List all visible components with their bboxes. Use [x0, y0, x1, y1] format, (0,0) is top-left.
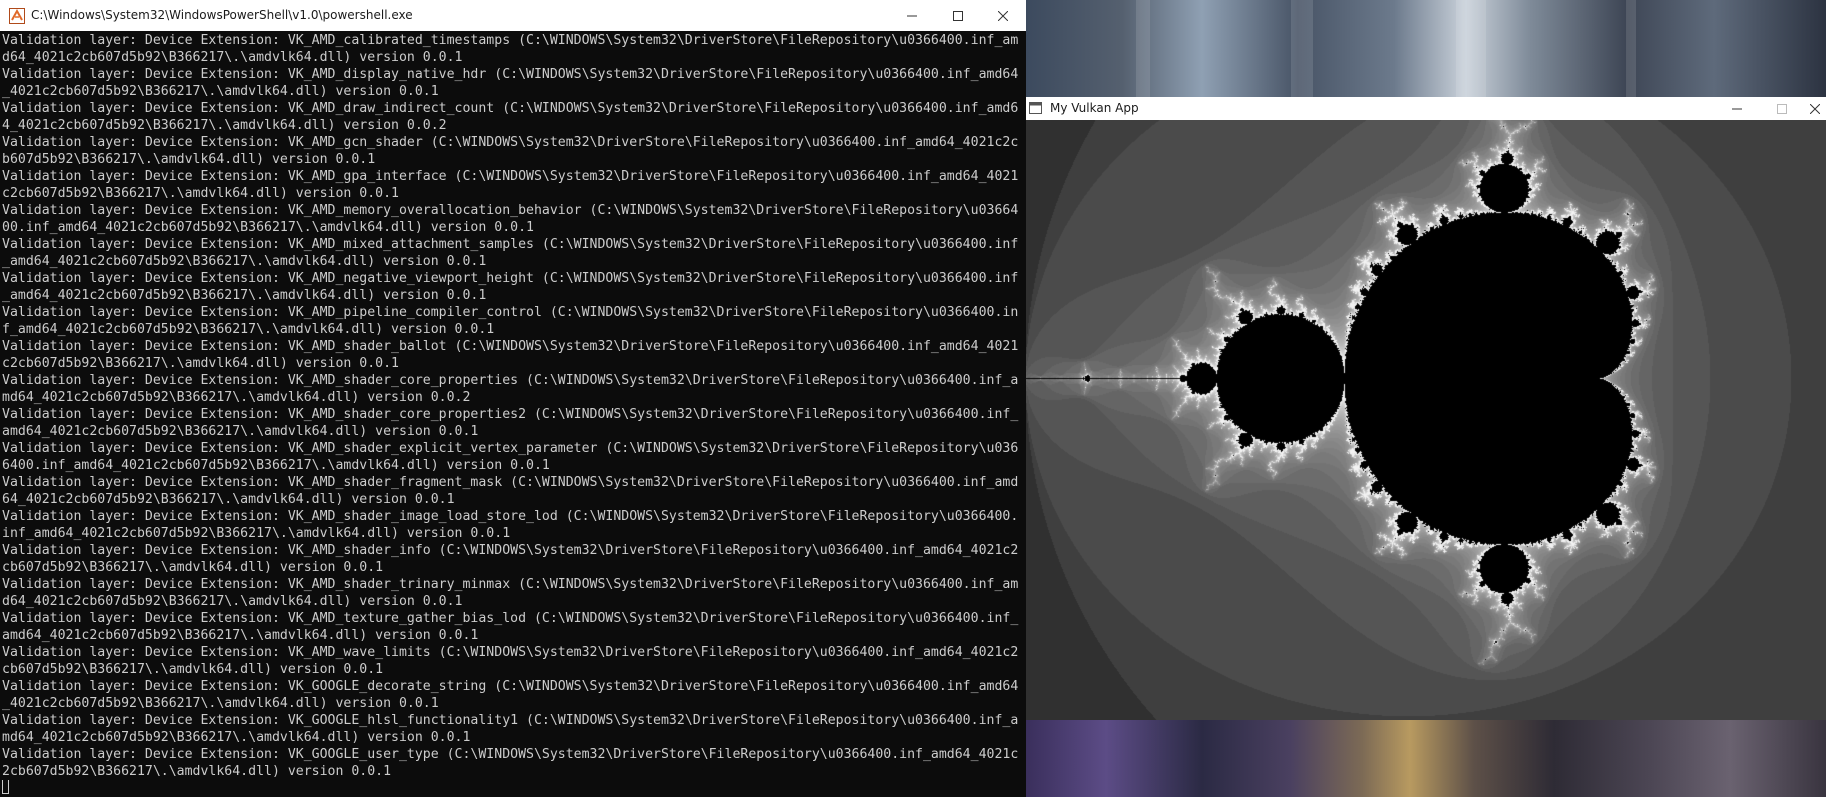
vulkan-app-window[interactable]: My Vulkan App	[1026, 97, 1826, 720]
console-line: Validation layer: Device Extension: VK_A…	[2, 67, 1019, 82]
console-line: _amd64_4021c2cb607d5b92\B366217\.\amdvlk…	[2, 288, 487, 303]
close-button[interactable]	[980, 0, 1026, 31]
console-line: Validation layer: Device Extension: VK_A…	[2, 611, 1019, 626]
console-line: Validation layer: Device Extension: VK_A…	[2, 169, 1019, 184]
console-line: f_amd64_4021c2cb607d5b92\B366217\.\amdvl…	[2, 322, 495, 337]
console-line: Validation layer: Device Extension: VK_A…	[2, 237, 1019, 252]
console-line: _4021c2cb607d5b92\B366217\.\amdvlk64.dll…	[2, 84, 439, 99]
console-line: Validation layer: Device Extension: VK_A…	[2, 135, 1019, 150]
console-line: Validation layer: Device Extension: VK_A…	[2, 407, 1019, 422]
console-line: c2cb607d5b92\B366217\.\amdvlk64.dll) ver…	[2, 356, 399, 371]
powershell-window[interactable]: C:\Windows\System32\WindowsPowerShell\v1…	[0, 0, 1026, 797]
console-line: c2cb607d5b92\B366217\.\amdvlk64.dll) ver…	[2, 186, 399, 201]
desktop-wallpaper-top	[1026, 0, 1826, 97]
console-line: 00.inf_amd64_4021c2cb607d5b92\B366217\.\…	[2, 220, 534, 235]
console-line: d64_4021c2cb607d5b92\B366217\.\amdvlk64.…	[2, 50, 463, 65]
console-output[interactable]: Validation layer: Device Extension: VK_A…	[2, 32, 1026, 797]
mandelbrot-render-canvas[interactable]	[1026, 120, 1826, 720]
close-icon	[998, 10, 1008, 21]
powershell-window-title: C:\Windows\System32\WindowsPowerShell\v1…	[31, 8, 413, 22]
console-line: Validation layer: Device Extension: VK_A…	[2, 509, 1019, 524]
console-line: Validation layer: Device Extension: VK_A…	[2, 101, 1019, 116]
minimize-icon	[907, 15, 917, 16]
console-line: md64_4021c2cb607d5b92\B366217\.\amdvlk64…	[2, 390, 471, 405]
minimize-button[interactable]	[889, 0, 935, 31]
console-line: Validation layer: Device Extension: VK_A…	[2, 305, 1019, 320]
desktop-wallpaper-bottom	[1026, 720, 1826, 797]
console-line: cb607d5b92\B366217\.\amdvlk64.dll) versi…	[2, 662, 384, 677]
console-line: cb607d5b92\B366217\.\amdvlk64.dll) versi…	[2, 560, 384, 575]
console-line: Validation layer: Device Extension: VK_A…	[2, 475, 1019, 490]
close-icon	[1810, 103, 1820, 114]
console-line: md64_4021c2cb607d5b92\B366217\.\amdvlk64…	[2, 730, 471, 745]
console-line: Validation layer: Device Extension: VK_A…	[2, 543, 1019, 558]
window-app-icon	[1029, 102, 1042, 114]
console-line: Validation layer: Device Extension: VK_G…	[2, 713, 1019, 728]
vulkan-window-title: My Vulkan App	[1050, 101, 1139, 115]
console-line: 64_4021c2cb607d5b92\B366217\.\amdvlk64.d…	[2, 492, 455, 507]
powershell-titlebar[interactable]: C:\Windows\System32\WindowsPowerShell\v1…	[0, 0, 1026, 31]
console-line: 6400.inf_amd64_4021c2cb607d5b92\B366217\…	[2, 458, 550, 473]
console-line: Validation layer: Device Extension: VK_G…	[2, 679, 1019, 694]
console-line: Validation layer: Device Extension: VK_A…	[2, 33, 1019, 48]
console-line: _4021c2cb607d5b92\B366217\.\amdvlk64.dll…	[2, 696, 439, 711]
console-line: Validation layer: Device Extension: VK_A…	[2, 373, 1019, 388]
console-line: amd64_4021c2cb607d5b92\B366217\.\amdvlk6…	[2, 424, 479, 439]
maximize-icon	[1776, 103, 1787, 114]
console-line: b607d5b92\B366217\.\amdvlk64.dll) versio…	[2, 152, 376, 167]
maximize-button[interactable]	[935, 0, 981, 31]
close-button[interactable]	[1804, 97, 1826, 120]
console-line: Validation layer: Device Extension: VK_A…	[2, 339, 1019, 354]
minimize-button[interactable]	[1714, 97, 1759, 120]
console-line: Validation layer: Device Extension: VK_A…	[2, 645, 1019, 660]
console-line: inf_amd64_4021c2cb607d5b92\B366217\.\amd…	[2, 526, 511, 541]
maximize-icon	[953, 10, 963, 21]
vulkan-titlebar[interactable]: My Vulkan App	[1026, 97, 1826, 120]
console-line: Validation layer: Device Extension: VK_A…	[2, 577, 1019, 592]
console-line: Validation layer: Device Extension: VK_A…	[2, 441, 1019, 456]
maximize-button[interactable]	[1759, 97, 1804, 120]
console-line: amd64_4021c2cb607d5b92\B366217\.\amdvlk6…	[2, 628, 479, 643]
console-line: Validation layer: Device Extension: VK_A…	[2, 271, 1019, 286]
console-line: 2cb607d5b92\B366217\.\amdvlk64.dll) vers…	[2, 764, 392, 779]
powershell-app-icon	[9, 8, 25, 24]
console-line: Validation layer: Device Extension: VK_A…	[2, 203, 1019, 218]
console-line: 4_4021c2cb607d5b92\B366217\.\amdvlk64.dl…	[2, 118, 447, 133]
minimize-icon	[1731, 108, 1742, 109]
text-cursor	[2, 780, 9, 794]
console-line: d64_4021c2cb607d5b92\B366217\.\amdvlk64.…	[2, 594, 463, 609]
console-line: Validation layer: Device Extension: VK_G…	[2, 747, 1019, 762]
console-line: _amd64_4021c2cb607d5b92\B366217\.\amdvlk…	[2, 254, 487, 269]
